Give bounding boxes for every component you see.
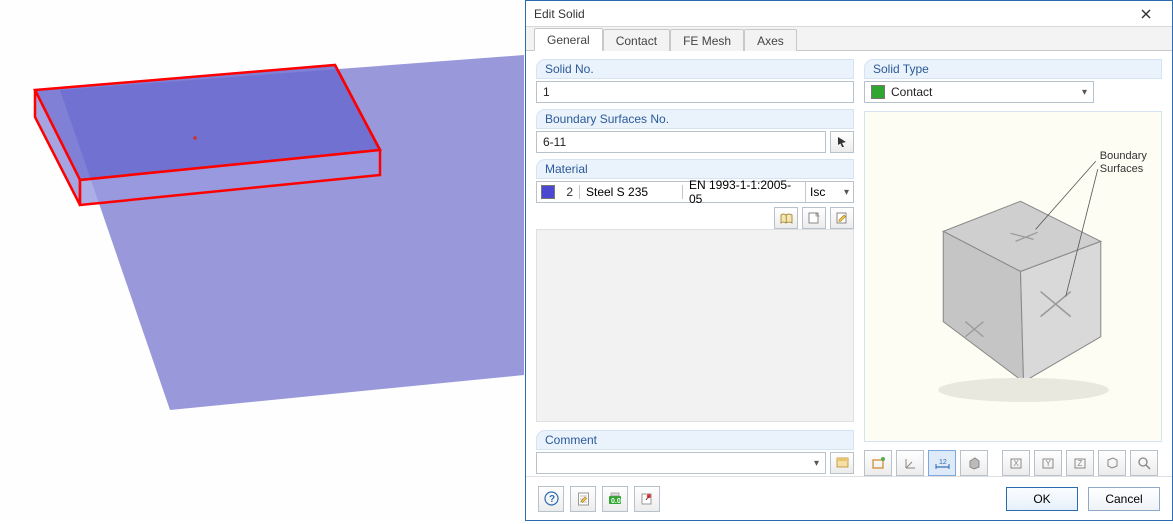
- solid-centroid: [193, 136, 197, 140]
- close-icon: [1141, 9, 1151, 19]
- group-comment-header: Comment: [536, 430, 854, 450]
- sectiony-button[interactable]: Y: [1034, 450, 1062, 476]
- tab-contact[interactable]: Contact: [603, 29, 670, 51]
- pick-surfaces-button[interactable]: [830, 131, 854, 153]
- tabstrip: General Contact FE Mesh Axes: [526, 27, 1172, 51]
- chevron-down-icon: ▾: [1082, 87, 1087, 98]
- sectionx-button[interactable]: X: [1002, 450, 1030, 476]
- group-material-header: Material: [536, 159, 854, 179]
- material-number: 2: [561, 185, 573, 199]
- close-button[interactable]: [1126, 3, 1166, 25]
- edit-solid-dialog: Edit Solid General Contact FE Mesh Axes …: [525, 0, 1173, 521]
- calc-button[interactable]: 0.00: [602, 486, 628, 512]
- boundary-surfaces-input[interactable]: [536, 131, 826, 153]
- clip-icon: [1105, 456, 1119, 470]
- material-library-button[interactable]: [774, 207, 798, 229]
- ok-button[interactable]: OK: [1006, 487, 1078, 511]
- view-wire-button[interactable]: [864, 450, 892, 476]
- material-model-dropdown[interactable]: Isc ▾: [805, 182, 851, 202]
- preview-leader: [1036, 161, 1096, 229]
- empty-panel: [536, 229, 854, 422]
- group-solid-type-header: Solid Type: [864, 59, 1162, 79]
- group-solid-no-header: Solid No.: [536, 59, 854, 79]
- model-viewport[interactable]: [0, 0, 525, 521]
- library-icon: [780, 213, 793, 224]
- material-new-button[interactable]: [802, 207, 826, 229]
- svg-text:12: 12: [939, 459, 947, 466]
- axis-button[interactable]: [896, 450, 924, 476]
- preview-annotation: Surfaces: [1100, 163, 1144, 175]
- sectionx-icon: X: [1009, 456, 1023, 470]
- svg-text:?: ?: [549, 494, 555, 505]
- sectionz-button[interactable]: Z: [1066, 450, 1094, 476]
- chevron-down-icon: ▾: [844, 187, 849, 198]
- material-edit-button[interactable]: [830, 207, 854, 229]
- comment-list-icon: [836, 457, 849, 469]
- dimension-button[interactable]: 12: [928, 450, 956, 476]
- material-row[interactable]: 2 Steel S 235 EN 1993-1-1:2005-05 Isc ▾: [536, 181, 854, 203]
- material-standard: EN 1993-1-1:2005-05: [689, 178, 799, 206]
- pin-button[interactable]: [634, 486, 660, 512]
- arrow-cursor-icon: [836, 136, 848, 148]
- solid-shade-button[interactable]: [960, 450, 988, 476]
- solid-type-swatch: [871, 85, 885, 99]
- sectionz-icon: Z: [1073, 456, 1087, 470]
- left-column: Solid No. Boundary Surfaces No. Material…: [536, 59, 854, 476]
- preview-toolbar: 12 X Y Z: [864, 448, 1162, 476]
- sectiony-icon: Y: [1041, 456, 1055, 470]
- svg-text:Y: Y: [1046, 459, 1052, 468]
- chevron-down-icon: ▾: [814, 458, 819, 469]
- comment-combo[interactable]: ▾: [536, 452, 826, 474]
- solid-shade-icon: [967, 456, 981, 470]
- tab-fe-mesh[interactable]: FE Mesh: [670, 29, 744, 51]
- preview-annotation: Boundary: [1100, 150, 1148, 162]
- zoom-button[interactable]: [1130, 450, 1158, 476]
- group-boundary-header: Boundary Surfaces No.: [536, 109, 854, 129]
- help-button[interactable]: ?: [538, 486, 564, 512]
- help-icon: ?: [544, 491, 559, 506]
- dimension-icon: 12: [934, 457, 951, 470]
- svg-text:Z: Z: [1078, 459, 1083, 468]
- tab-axes[interactable]: Axes: [744, 29, 797, 51]
- titlebar: Edit Solid: [526, 1, 1172, 27]
- material-swatch: [541, 185, 555, 199]
- edit-icon: [836, 212, 848, 224]
- new-icon: [808, 212, 820, 224]
- cancel-button[interactable]: Cancel: [1088, 487, 1160, 511]
- pin-icon: [640, 492, 654, 506]
- preview-shadow: [938, 378, 1109, 402]
- axis-icon: [903, 456, 918, 471]
- view-wire-icon: [871, 456, 886, 471]
- solid-no-input[interactable]: [536, 81, 854, 103]
- notes-button[interactable]: [570, 486, 596, 512]
- comment-list-button[interactable]: [830, 452, 854, 474]
- svg-text:X: X: [1014, 459, 1020, 468]
- dialog-footer: ? 0.00 OK Cancel: [526, 476, 1172, 520]
- right-column: Solid Type Contact ▾: [864, 59, 1162, 476]
- material-name: Steel S 235: [586, 185, 676, 199]
- notes-icon: [577, 492, 590, 506]
- zoom-icon: [1137, 456, 1151, 470]
- svg-text:0.00: 0.00: [611, 498, 622, 505]
- dialog-content: Solid No. Boundary Surfaces No. Material…: [526, 51, 1172, 476]
- clip-button[interactable]: [1098, 450, 1126, 476]
- calc-icon: 0.00: [608, 492, 622, 506]
- solid-type-dropdown[interactable]: Contact ▾: [864, 81, 1094, 103]
- solid-preview: Boundary Surfaces: [864, 111, 1162, 442]
- tab-general[interactable]: General: [534, 28, 603, 51]
- dialog-title: Edit Solid: [534, 7, 1126, 21]
- material-button-row: [536, 207, 854, 229]
